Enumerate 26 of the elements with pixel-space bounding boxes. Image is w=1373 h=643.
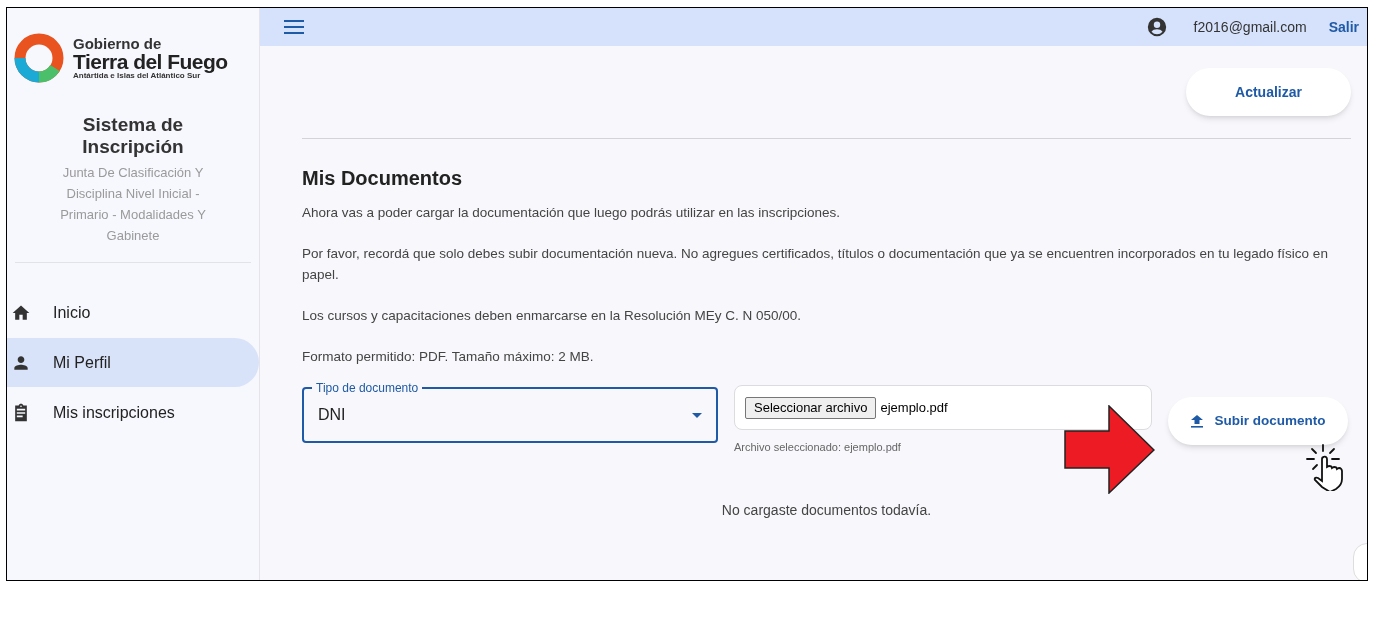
logo-text: Gobierno de: [73, 36, 163, 51]
system-title: Sistema de Inscripción: [81, 114, 185, 158]
page-heading: Mis Documentos: [302, 166, 464, 191]
logo-title: Tierra del Fuego: [73, 51, 228, 72]
upload-button[interactable]: Subir documento: [1168, 397, 1348, 445]
logout-link[interactable]: Salir: [1328, 16, 1359, 38]
dropdown-caret-icon: [692, 412, 702, 418]
empty-message: No cargaste documentos todavía.: [720, 500, 933, 520]
info-paragraph: Por favor, recordá que solo debes subir documentación nueva. No agregues certificados, títulos o documentación que ya se encuentren incorporados en tu legado físico en papel.: [302, 245, 1329, 284]
info-paragraph: Ahora vas a poder cargar la documentación que luego podrás utilizar en las inscripciones.: [302, 204, 842, 222]
user-email: f2016@gmail.com: [1193, 17, 1307, 37]
upload-icon: [1190, 414, 1203, 428]
file-hint: Archivo seleccionado: ejemplo.pdf: [734, 440, 902, 455]
info-paragraph: Los cursos y capacitaciones deben enmarcarse en la Resolución MEy C. N 050/00.: [302, 307, 802, 325]
logo-subtitle: Antártida e Islas del Atlántico Sur: [73, 72, 201, 80]
menu-icon[interactable]: [284, 19, 304, 35]
nav-item[interactable]: Mis inscripciones: [7, 388, 259, 437]
system-subtitle: Junta De Clasificación Y Disciplina Nivel Inicial - Primario - Modalidades Y Gabinete: [59, 164, 207, 245]
refresh-button[interactable]: Actualizar: [1186, 68, 1351, 116]
nav-item[interactable]: Inicio: [7, 288, 259, 337]
info-paragraph: Formato permitido: PDF. Tamaño máximo: 2 MB.: [302, 348, 595, 366]
file-name: ejemplo.pdf: [880, 398, 948, 417]
account-icon[interactable]: [1145, 16, 1168, 38]
logo-icon: [13, 32, 65, 84]
choose-file-button[interactable]: Seleccionar archivo: [745, 396, 877, 419]
nav-item[interactable]: Mi Perfil: [7, 338, 259, 387]
